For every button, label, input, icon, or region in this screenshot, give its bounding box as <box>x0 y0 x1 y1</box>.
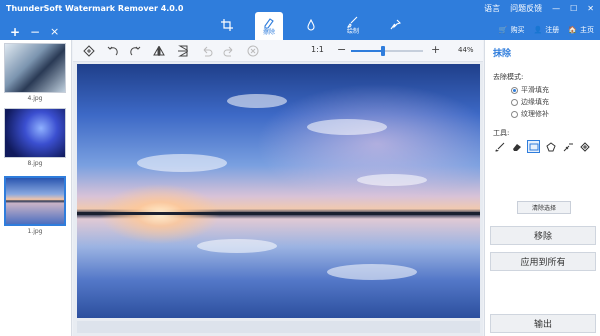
radio-button <box>511 98 518 106</box>
mode-option-label: 边缘填充 <box>521 98 549 106</box>
maximize-window-icon[interactable]: ☐ <box>570 4 577 13</box>
tab-crop[interactable] <box>213 12 241 38</box>
polygon-icon <box>545 141 556 151</box>
edit-toolbar: 1:1 − + 44% <box>73 40 483 62</box>
title-bar: ThunderSoft Watermark Remover 4.0.0 语言 问… <box>0 0 600 40</box>
erase-panel: 抹除 去除模式: 平滑填充 边缘填充 纹理修补 工具: 清除选择 移除 应用到所… <box>484 40 600 336</box>
magic-wand-tool[interactable] <box>561 140 574 153</box>
apply-all-button[interactable]: 应用到所有 <box>490 252 596 271</box>
remove-file-button[interactable]: − <box>30 25 40 39</box>
thumbnail-image <box>4 108 66 158</box>
panel-title: 抹除 <box>493 49 512 59</box>
rotate-left-icon[interactable] <box>107 45 119 57</box>
mode-option-texture[interactable]: 纹理修补 <box>511 109 549 119</box>
thumbnail-image <box>4 43 66 93</box>
home-link[interactable]: 🏠 主页 <box>568 25 594 35</box>
actual-size-button[interactable]: 1:1 <box>311 45 324 54</box>
eraser-tool[interactable] <box>510 140 523 153</box>
add-file-button[interactable]: + <box>10 25 20 39</box>
thumbnail-list: 4.jpg 8.jpg 1.jpg <box>0 40 72 336</box>
pin-icon <box>390 19 401 30</box>
buy-label: 购买 <box>510 26 525 34</box>
rectangle-icon <box>529 143 538 150</box>
rectangle-tool[interactable] <box>527 140 540 153</box>
rotate-right-icon[interactable] <box>129 45 141 57</box>
flip-horizontal-icon[interactable] <box>153 45 165 57</box>
home-icon: 🏠 <box>568 26 577 34</box>
image-canvas[interactable] <box>73 62 483 336</box>
output-button[interactable]: 输出 <box>490 314 596 333</box>
mode-option-label: 平滑填充 <box>521 86 549 94</box>
thumbnail-caption: 4.jpg <box>27 95 43 102</box>
cart-icon: 🛒 <box>498 26 508 34</box>
tool-row <box>493 140 591 153</box>
register-link[interactable]: 👤 注册 <box>534 25 560 35</box>
top-links: 🛒 购买 👤 注册 🏠 主页 <box>499 25 594 35</box>
tab-draw[interactable]: 绘制 <box>339 12 367 38</box>
home-label: 主页 <box>580 26 594 34</box>
target-icon <box>579 141 590 152</box>
mode-option-edge[interactable]: 边缘填充 <box>511 97 549 107</box>
magic-wand-icon <box>563 142 573 151</box>
undo-icon[interactable] <box>201 45 213 57</box>
radio-button <box>511 110 518 118</box>
register-label: 注册 <box>545 26 560 34</box>
mode-tabs: 擦除 绘制 <box>213 12 409 40</box>
flip-vertical-icon[interactable] <box>177 45 189 57</box>
cancel-icon[interactable] <box>247 45 259 57</box>
zoom-in-button[interactable]: + <box>431 43 440 56</box>
thumbnail-item-selected[interactable]: 1.jpg <box>4 176 66 235</box>
tab-erase-label: 擦除 <box>262 28 275 36</box>
fit-icon[interactable] <box>83 45 95 57</box>
zoom-slider-fill <box>351 50 383 52</box>
zoom-slider-handle[interactable] <box>380 46 385 56</box>
eraser-icon <box>512 143 521 151</box>
clear-selection-button[interactable]: 清除选择 <box>517 201 571 214</box>
zoom-percent: 44% <box>458 46 474 54</box>
tools-label: 工具: <box>493 129 510 137</box>
mode-label: 去除模式: <box>493 73 524 81</box>
drop-icon <box>307 19 315 31</box>
brush-icon <box>494 142 504 152</box>
thumbnail-item[interactable]: 4.jpg <box>4 43 66 102</box>
select-point-tool[interactable] <box>578 140 591 153</box>
mode-option-label: 纹理修补 <box>521 110 549 118</box>
thumbnail-item[interactable]: 8.jpg <box>4 108 66 167</box>
app-title: ThunderSoft Watermark Remover 4.0.0 <box>6 4 184 13</box>
remove-button[interactable]: 移除 <box>490 226 596 245</box>
eraser-icon <box>264 17 274 29</box>
tab-watermark[interactable] <box>297 12 325 38</box>
preview-image[interactable] <box>77 64 480 318</box>
feedback-link[interactable]: 问题反馈 <box>510 3 542 14</box>
close-window-icon[interactable]: ✕ <box>587 4 594 13</box>
horizon-line <box>77 212 480 215</box>
thumbnail-image <box>4 176 66 226</box>
user-icon: 👤 <box>533 26 543 34</box>
thumbnail-caption: 8.jpg <box>27 160 43 167</box>
window-controls: 语言 问题反馈 — ☐ ✕ <box>484 3 594 14</box>
thumbnail-caption: 1.jpg <box>27 228 43 235</box>
clear-files-button[interactable]: × <box>50 25 59 38</box>
mode-option-smooth[interactable]: 平滑填充 <box>511 85 549 95</box>
radio-button <box>511 86 518 94</box>
zoom-slider[interactable] <box>351 46 423 56</box>
crop-icon <box>221 19 233 31</box>
brush-tool[interactable] <box>493 140 506 153</box>
tab-erase[interactable]: 擦除 <box>255 12 283 40</box>
zoom-out-button[interactable]: − <box>337 43 346 56</box>
language-menu[interactable]: 语言 <box>484 3 500 14</box>
minimize-window-icon[interactable]: — <box>552 4 560 13</box>
horizontal-scrollbar[interactable] <box>77 321 480 333</box>
redo-icon[interactable] <box>223 45 235 57</box>
tab-draw-label: 绘制 <box>346 27 359 35</box>
polygon-tool[interactable] <box>544 140 557 153</box>
brush-icon <box>347 16 358 28</box>
buy-link[interactable]: 🛒 购买 <box>499 25 525 35</box>
tab-pin[interactable] <box>381 12 409 38</box>
